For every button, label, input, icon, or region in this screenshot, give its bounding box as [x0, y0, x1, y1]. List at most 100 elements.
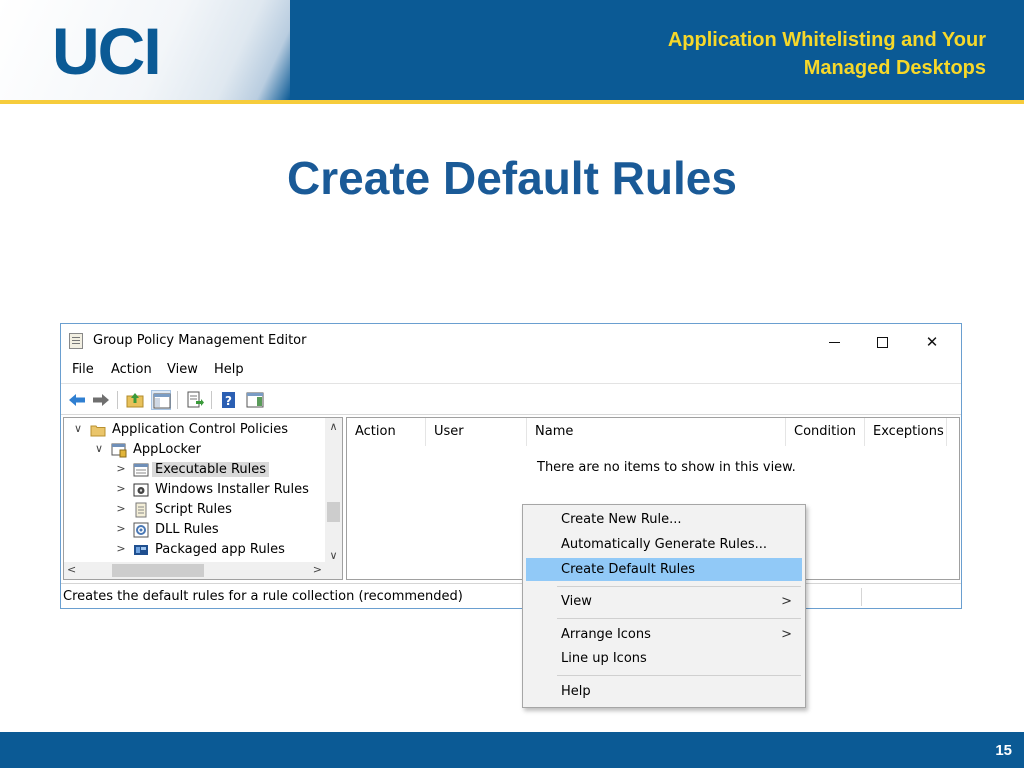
- menu-item-label: Create New Rule...: [561, 512, 682, 527]
- forward-button[interactable]: [91, 390, 111, 410]
- maximize-button[interactable]: [859, 328, 905, 356]
- menu-item-label: Line up Icons: [561, 651, 647, 666]
- up-one-level-button[interactable]: [125, 390, 145, 410]
- close-icon: ✕: [925, 333, 939, 351]
- menu-item-arrange-icons[interactable]: Arrange Icons >: [526, 623, 802, 646]
- expand-arrow[interactable]: ∨: [93, 442, 105, 455]
- menu-item-label: Create Default Rules: [561, 562, 696, 577]
- column-header-action[interactable]: Action: [347, 418, 426, 446]
- menu-separator: [557, 675, 801, 676]
- tree-item-dll-rules[interactable]: > DLL Rules: [115, 520, 325, 540]
- menu-file[interactable]: File: [72, 362, 94, 377]
- header-title: Application Whitelisting and Your Manage…: [566, 26, 986, 82]
- action-pane-icon: [246, 392, 264, 408]
- help-button[interactable]: ?: [219, 390, 239, 410]
- up-folder-icon: [126, 393, 144, 408]
- scrollbar-corner: [325, 562, 342, 579]
- tree-item-label: DLL Rules: [155, 522, 219, 537]
- menu-item-label: Automatically Generate Rules...: [561, 537, 768, 552]
- scroll-up-icon[interactable]: ∧: [325, 420, 342, 433]
- menu-view[interactable]: View: [167, 362, 198, 377]
- back-button[interactable]: [67, 390, 87, 410]
- menu-action[interactable]: Action: [111, 362, 152, 377]
- expand-arrow[interactable]: >: [115, 462, 127, 475]
- tree-item-script-rules[interactable]: > Script Rules: [115, 500, 325, 520]
- toolbar-separator: [117, 391, 118, 409]
- show-hide-tree-button[interactable]: [151, 390, 171, 410]
- logo-panel: UCI: [0, 0, 290, 100]
- rules-icon: [133, 462, 149, 478]
- tree-item-packaged-app-rules[interactable]: > Packaged app Rules: [115, 540, 325, 560]
- menu-item-help[interactable]: Help: [526, 680, 802, 703]
- column-header-exceptions[interactable]: Exceptions: [865, 418, 947, 446]
- packaged-app-icon: [133, 542, 149, 558]
- tree-item-executable-rules[interactable]: > Executable Rules: [115, 460, 325, 480]
- tree-horizontal-scrollbar[interactable]: < >: [64, 562, 326, 579]
- expand-arrow[interactable]: >: [115, 482, 127, 495]
- expand-arrow[interactable]: ∨: [72, 422, 84, 435]
- scroll-right-icon[interactable]: >: [313, 563, 322, 576]
- status-divider: [861, 588, 862, 606]
- context-menu: Create New Rule... Automatically Generat…: [522, 504, 806, 708]
- script-icon: [133, 502, 149, 518]
- tree-item-label: AppLocker: [133, 442, 201, 457]
- scroll-down-icon[interactable]: ∨: [325, 549, 342, 562]
- column-header-name[interactable]: Name: [527, 418, 786, 446]
- toolbar-separator: [177, 391, 178, 409]
- menu-item-automatically-generate-rules[interactable]: Automatically Generate Rules...: [526, 533, 802, 556]
- menu-item-label: Help: [561, 684, 591, 699]
- empty-list-message: There are no items to show in this view.: [537, 460, 796, 475]
- folder-icon: [90, 422, 106, 438]
- menu-bar: File Action View Help: [61, 359, 961, 381]
- header-title-line1: Application Whitelisting and Your: [667, 29, 986, 51]
- column-header-user[interactable]: User: [426, 418, 527, 446]
- minimize-icon: [828, 342, 840, 343]
- export-list-icon: [187, 391, 204, 408]
- gold-divider: [0, 100, 1024, 104]
- minimize-button[interactable]: [811, 328, 857, 356]
- gpme-window: Group Policy Management Editor ✕ File Ac…: [60, 323, 962, 609]
- submenu-arrow-icon: >: [781, 594, 792, 609]
- show-hide-tree-icon: [153, 393, 171, 409]
- submenu-arrow-icon: >: [781, 627, 792, 642]
- dll-icon: [133, 522, 149, 538]
- scroll-left-icon[interactable]: <: [67, 563, 76, 576]
- tree-item-windows-installer-rules[interactable]: > Windows Installer Rules: [115, 480, 325, 500]
- column-header-condition[interactable]: Condition: [786, 418, 865, 446]
- scroll-thumb[interactable]: [112, 564, 204, 577]
- toolbar-separator: [211, 391, 212, 409]
- menu-item-line-up-icons[interactable]: Line up Icons: [526, 647, 802, 670]
- expand-arrow[interactable]: >: [115, 502, 127, 515]
- forward-arrow-icon: [93, 394, 109, 406]
- slide-title: Create Default Rules: [287, 152, 737, 204]
- tree-vertical-scrollbar[interactable]: ∧ ∨: [325, 418, 342, 564]
- menu-item-view[interactable]: View >: [526, 590, 802, 613]
- back-arrow-icon: [69, 394, 85, 406]
- tree-item-label: Script Rules: [155, 502, 232, 517]
- menu-item-create-default-rules[interactable]: Create Default Rules: [526, 558, 802, 581]
- show-action-pane-button[interactable]: [245, 390, 265, 410]
- applocker-icon: [111, 442, 127, 458]
- tree-item-label: Packaged app Rules: [155, 542, 285, 557]
- slide-header: UCI Application Whitelisting and Your Ma…: [0, 0, 1024, 100]
- gpme-app-icon: [69, 333, 83, 349]
- svg-text:?: ?: [225, 394, 232, 408]
- help-icon: ?: [222, 392, 235, 408]
- menu-separator: [557, 618, 801, 619]
- expand-arrow[interactable]: >: [115, 522, 127, 535]
- menu-help[interactable]: Help: [214, 362, 244, 377]
- console-tree[interactable]: ∨ Application Control Policies ∨ AppLock…: [63, 417, 343, 580]
- status-bar: Creates the default rules for a rule col…: [61, 583, 961, 608]
- header-title-line2: Managed Desktops: [803, 57, 986, 79]
- installer-icon: [133, 482, 149, 498]
- scroll-thumb[interactable]: [327, 502, 340, 522]
- tree-item-label: Application Control Policies: [112, 422, 288, 437]
- tree-item-application-control-policies[interactable]: ∨ Application Control Policies: [72, 420, 322, 440]
- title-bar[interactable]: Group Policy Management Editor ✕: [61, 324, 961, 358]
- menu-item-create-new-rule[interactable]: Create New Rule...: [526, 508, 802, 531]
- expand-arrow[interactable]: >: [115, 542, 127, 555]
- slide-footer: 15: [0, 732, 1024, 768]
- tree-item-applocker[interactable]: ∨ AppLocker: [93, 440, 323, 460]
- export-list-button[interactable]: [185, 390, 205, 410]
- close-button[interactable]: ✕: [909, 328, 955, 356]
